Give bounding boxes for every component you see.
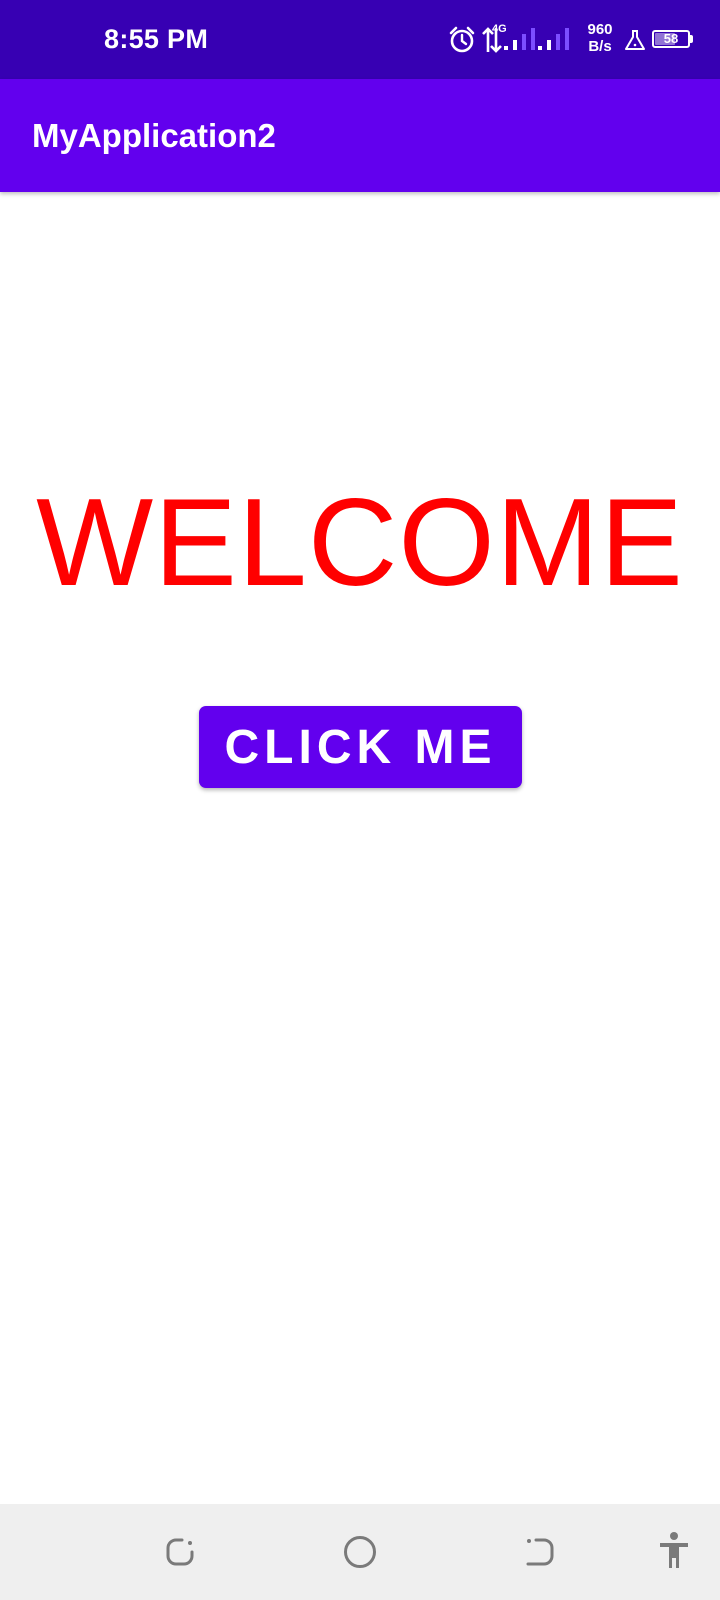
alarm-icon	[449, 26, 475, 53]
lab-flask-icon	[625, 30, 645, 50]
battery-level: 58	[663, 31, 679, 46]
accessibility-button[interactable]	[646, 1524, 702, 1580]
navigation-bar	[0, 1504, 720, 1600]
home-button[interactable]	[332, 1524, 388, 1580]
home-icon	[344, 1536, 376, 1568]
battery-icon: 58	[652, 30, 690, 48]
net-speed: 960 B/s	[582, 21, 618, 55]
back-icon	[526, 1538, 554, 1566]
menu-button[interactable]	[152, 1524, 208, 1580]
menu-icon	[166, 1538, 194, 1566]
net-speed-value: 960	[587, 21, 613, 38]
net-speed-unit: B/s	[588, 38, 612, 55]
app-bar: MyApplication2	[0, 79, 720, 192]
app-title: MyApplication2	[32, 117, 276, 154]
welcome-text: WELCOME	[36, 474, 684, 612]
signal-icon	[538, 28, 569, 50]
back-button[interactable]	[512, 1524, 568, 1580]
status-time: 8:55 PM	[104, 24, 209, 54]
battery-tip	[690, 35, 693, 43]
status-bar: 8:55 PM 4G 960 B/s 58	[0, 0, 720, 79]
click-me-button[interactable]: CLICK ME	[199, 706, 522, 788]
accessibility-icon	[660, 1532, 688, 1568]
status-icons: 4G 960 B/s 58	[430, 0, 720, 79]
